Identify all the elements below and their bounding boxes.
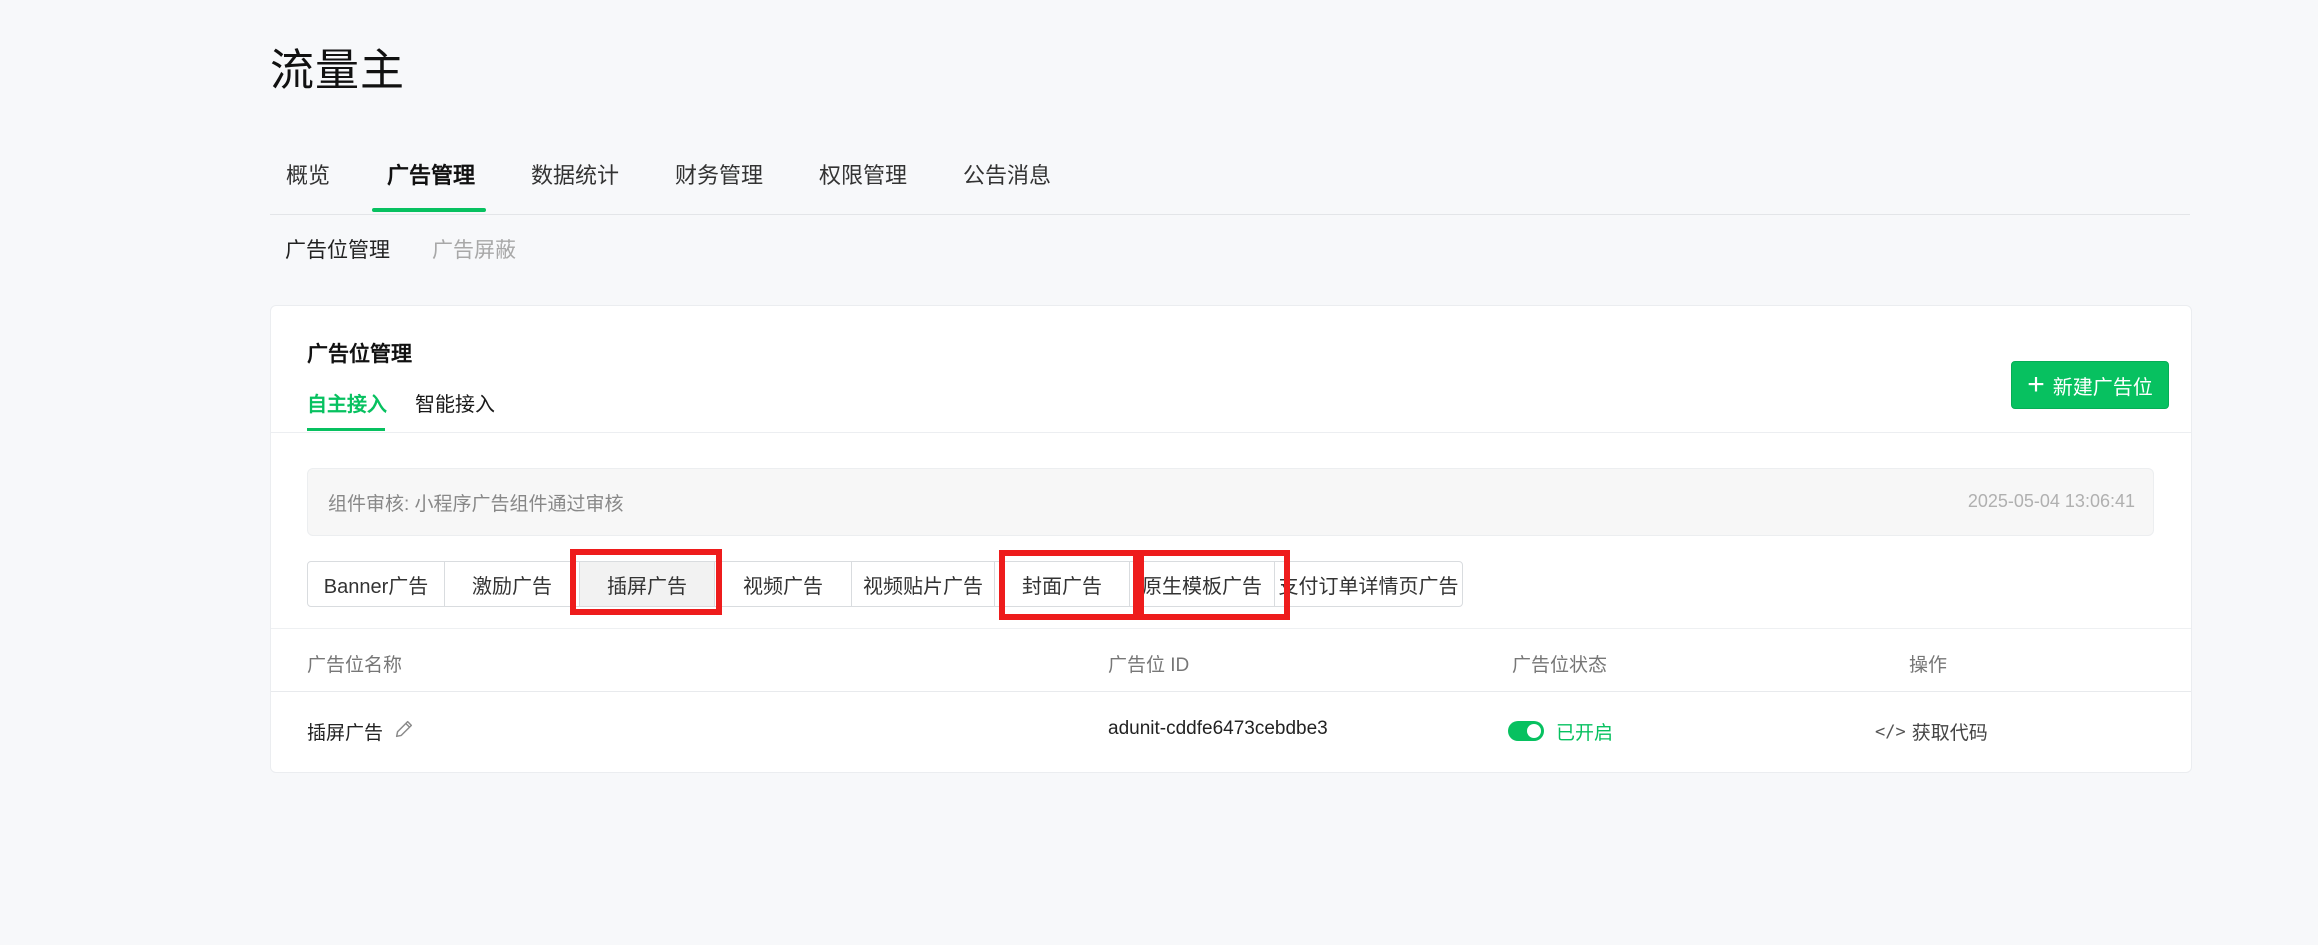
- ad-unit-name: 插屏广告: [307, 723, 384, 744]
- main-nav: 概览 广告管理 数据统计 财务管理 权限管理 公告消息: [270, 158, 2190, 215]
- tab-data-statistics[interactable]: 数据统计: [531, 158, 619, 190]
- ad-unit-id: adunit-cddfe6473cebdbe3: [1108, 718, 1328, 739]
- ad-type-rewarded[interactable]: 激励广告: [444, 561, 580, 607]
- code-icon: </>: [1875, 721, 1906, 742]
- ad-type-video-patch[interactable]: 视频贴片广告: [851, 561, 995, 607]
- review-notice: 组件审核: 小程序广告组件通过审核 2025-05-04 13:06:41: [307, 468, 2154, 536]
- column-header-name: 广告位名称: [307, 655, 403, 676]
- inner-tab-indicator: [307, 428, 385, 431]
- ad-type-video[interactable]: 视频广告: [714, 561, 852, 607]
- tab-ad-management[interactable]: 广告管理: [387, 158, 475, 190]
- plus-icon: +: [2027, 368, 2045, 401]
- tab-finance[interactable]: 财务管理: [675, 158, 763, 190]
- pencil-icon[interactable]: [393, 718, 415, 740]
- tab-smart-access[interactable]: 智能接入: [415, 388, 495, 417]
- ad-type-interstitial[interactable]: 插屏广告: [579, 561, 715, 607]
- ad-type-cover[interactable]: 封面广告: [994, 561, 1130, 607]
- column-header-id: 广告位 ID: [1108, 655, 1190, 676]
- ad-type-payment-order[interactable]: 支付订单详情页广告: [1274, 561, 1463, 607]
- active-tab-indicator: [372, 208, 486, 212]
- toggle-knob: [1527, 724, 1541, 738]
- tab-self-access[interactable]: 自主接入: [307, 388, 387, 417]
- subtab-ad-blocking[interactable]: 广告屏蔽: [432, 234, 516, 264]
- notice-text: 组件审核: 小程序广告组件通过审核: [328, 494, 624, 515]
- ad-unit-card: 广告位管理 自主接入 智能接入 + 新建广告位 组件审核: 小程序广告组件通过审…: [270, 305, 2192, 773]
- get-code-link[interactable]: </> 获取代码: [1875, 718, 1988, 745]
- column-header-actions: 操作: [1909, 655, 1948, 676]
- tab-overview[interactable]: 概览: [286, 158, 330, 190]
- tab-permissions[interactable]: 权限管理: [819, 158, 907, 190]
- page-title: 流量主: [270, 46, 405, 95]
- divider: [271, 432, 2191, 433]
- status-toggle[interactable]: [1508, 721, 1544, 741]
- status-text: 已开启: [1556, 723, 1614, 744]
- ad-type-native-template[interactable]: 原生模板广告: [1129, 561, 1275, 607]
- table-header: [271, 628, 2191, 692]
- create-ad-unit-label: 新建广告位: [2052, 376, 2153, 399]
- notice-timestamp: 2025-05-04 13:06:41: [1967, 491, 2135, 511]
- column-header-status: 广告位状态: [1512, 655, 1608, 676]
- card-title: 广告位管理: [307, 343, 412, 366]
- ad-type-banner[interactable]: Banner广告: [307, 561, 445, 607]
- create-ad-unit-button[interactable]: + 新建广告位: [2011, 361, 2169, 409]
- tab-announcements[interactable]: 公告消息: [963, 158, 1051, 190]
- subtab-ad-unit-management[interactable]: 广告位管理: [285, 234, 390, 264]
- get-code-label: 获取代码: [1911, 723, 1988, 744]
